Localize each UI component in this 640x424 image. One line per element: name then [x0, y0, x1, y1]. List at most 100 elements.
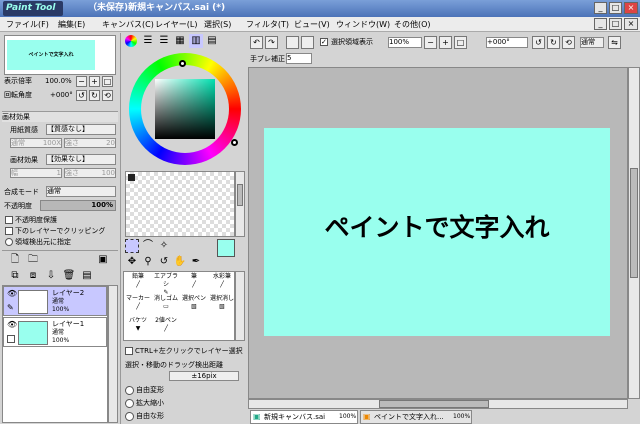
toolbar-rotate-right-button[interactable]: ↻	[547, 36, 560, 49]
canvas-viewport[interactable]: ペイントで文字入れ	[248, 67, 628, 399]
invert-select-button[interactable]	[301, 36, 314, 49]
canvas-vscroll[interactable]	[628, 67, 640, 399]
toolbar-zoom-in-button[interactable]: +	[439, 36, 452, 49]
tab-new-canvas[interactable]: ▣ 新規キャンバス.sai 100%	[250, 410, 358, 424]
brush-airbrush[interactable]: エアブラシ ✎	[153, 273, 179, 297]
flip-button[interactable]: ⇋	[608, 36, 621, 49]
menu-filter[interactable]: フィルタ(T)	[246, 19, 289, 30]
move-icon[interactable]: ✥	[125, 255, 139, 269]
brush-select-pen[interactable]: 選択ペン ▧	[181, 295, 207, 311]
menu-select[interactable]: 選択(S)	[204, 19, 231, 30]
eye-icon[interactable]: 👁	[7, 320, 17, 329]
menu-layer[interactable]: レイヤー(L)	[155, 19, 197, 30]
free-shape-radio[interactable]	[125, 412, 134, 421]
tab-paint-text[interactable]: ▣ ペイントで文字入れ... 100%	[360, 410, 472, 424]
scale-radio[interactable]	[125, 399, 134, 408]
hue-ring[interactable]	[129, 53, 241, 165]
layer-mask-icon[interactable]: ▣	[96, 253, 110, 267]
ctrl-select-checkbox[interactable]	[125, 347, 133, 355]
layer-lock-checkbox[interactable]	[7, 335, 15, 343]
new-layer-icon[interactable]: 🗋	[8, 253, 22, 267]
zoom-dropdown[interactable]: 100%	[388, 37, 422, 48]
zoom-reset-button[interactable]: □	[102, 76, 113, 87]
clipping-checkbox[interactable]	[5, 227, 13, 235]
brush-select-erase[interactable]: 選択消し ▧	[209, 295, 235, 311]
rotate-reset-button[interactable]: ⟲	[102, 90, 113, 101]
zoom-icon[interactable]: ⚲	[141, 255, 155, 269]
hand-icon[interactable]: ✋	[173, 255, 187, 269]
transfer-layer-icon[interactable]: ⇩	[44, 269, 58, 283]
brush-bucket[interactable]: バケツ ▼	[125, 317, 151, 333]
toolbar-zoom-reset-button[interactable]: □	[454, 36, 467, 49]
drag-distance-value[interactable]: ±16pix	[169, 371, 239, 381]
copy-layer-icon[interactable]: ⧉	[8, 269, 22, 283]
swatches-icon[interactable]: ▥	[189, 34, 203, 48]
brush-scrollbar[interactable]	[235, 271, 245, 341]
doc-close-button[interactable]: ×	[624, 18, 638, 30]
brush-pencil[interactable]: 鉛筆 ╱	[125, 273, 151, 289]
swatch-black[interactable]	[128, 174, 135, 181]
region-source-checkbox[interactable]	[5, 238, 13, 246]
mode-dropdown[interactable]: 通常	[580, 37, 604, 48]
paper-dropdown[interactable]: 【質感なし】	[46, 124, 116, 135]
select-show-checkbox[interactable]: ✓	[320, 38, 328, 46]
rotate-dropdown[interactable]: +000°	[486, 37, 528, 48]
canvas-hscroll[interactable]	[248, 399, 628, 409]
minimize-button[interactable]: _	[594, 2, 607, 14]
menu-canvas[interactable]: キャンバス(C)	[102, 19, 154, 30]
brush-watercolor[interactable]: 水彩筆 ╱	[209, 273, 235, 289]
saturation-value-box[interactable]	[155, 79, 215, 139]
delete-layer-icon[interactable]: 🗑	[62, 269, 76, 283]
layer-row-2[interactable]: 👁 ✎ レイヤー2 通常 100%	[3, 286, 107, 316]
clear-layer-icon[interactable]: ▤	[80, 269, 94, 283]
hue-marker[interactable]	[179, 60, 186, 67]
layer-row-1[interactable]: 👁 レイヤー1 通常 100%	[3, 317, 107, 347]
hue-marker-2[interactable]	[231, 139, 238, 146]
blend-dropdown[interactable]: 通常	[46, 186, 116, 197]
color-wheel-icon[interactable]	[125, 35, 137, 47]
zoom-value[interactable]: 100.0%	[45, 76, 72, 86]
toolbar-rotate-reset-button[interactable]: ⟲	[562, 36, 575, 49]
brush-binary-pen[interactable]: 2値ペン ╱	[153, 317, 179, 333]
zoom-out-button[interactable]: −	[76, 76, 87, 87]
merge-layer-icon[interactable]: ⧈	[26, 269, 40, 283]
rotate-left-button[interactable]: ↺	[76, 90, 87, 101]
menu-file[interactable]: ファイル(F)	[6, 19, 49, 30]
zoom-in-button[interactable]: +	[89, 76, 100, 87]
canvas[interactable]: ペイントで文字入れ	[264, 128, 610, 336]
menu-other[interactable]: その他(O)	[394, 19, 431, 30]
brush-eraser[interactable]: 消しゴム ▭	[153, 295, 179, 311]
rgb-slider-icon[interactable]: ☰	[141, 34, 155, 48]
navigator-preview[interactable]: ペイントで文字入れ	[4, 35, 116, 75]
doc-minimize-button[interactable]: _	[594, 18, 607, 30]
maximize-button[interactable]: □	[609, 2, 622, 14]
lasso-icon[interactable]: ⌒	[141, 239, 155, 253]
menu-view[interactable]: ビュー(V)	[294, 19, 330, 30]
brush-brush[interactable]: 筆 ╱	[181, 273, 207, 289]
stabilizer-dropdown[interactable]: 5	[286, 53, 312, 64]
brush-marker[interactable]: マーカー ╱	[125, 295, 151, 311]
menu-window[interactable]: ウィンドウ(W)	[336, 19, 390, 30]
mixer-icon[interactable]: ▦	[173, 34, 187, 48]
toolbar-rotate-left-button[interactable]: ↺	[532, 36, 545, 49]
rotate-view-icon[interactable]: ↺	[157, 255, 171, 269]
toolbar-zoom-out-button[interactable]: −	[424, 36, 437, 49]
deselect-button[interactable]	[286, 36, 299, 49]
hsv-slider-icon[interactable]: ☰	[157, 34, 171, 48]
scratchpad-icon[interactable]: ▤	[205, 34, 219, 48]
magic-wand-icon[interactable]: ✧	[157, 239, 171, 253]
primary-color-swatch[interactable]	[217, 239, 235, 257]
menu-edit[interactable]: 編集(E)	[58, 19, 85, 30]
swatch-area[interactable]	[125, 171, 235, 237]
texture-section-header[interactable]: 画材効果	[2, 111, 118, 122]
undo-button[interactable]: ↶	[250, 36, 263, 49]
doc-restore-button[interactable]: □	[609, 18, 622, 30]
new-folder-icon[interactable]: 🗀	[26, 253, 40, 267]
layer-scrollbar[interactable]	[108, 285, 118, 423]
redo-button[interactable]: ↷	[265, 36, 278, 49]
rotate-value[interactable]: +000°	[50, 90, 73, 100]
opacity-slider[interactable]: 100%	[40, 200, 116, 211]
swatch-scrollbar[interactable]	[235, 171, 245, 237]
rect-select-icon[interactable]	[125, 239, 139, 253]
effect-dropdown[interactable]: 【効果なし】	[46, 154, 116, 165]
